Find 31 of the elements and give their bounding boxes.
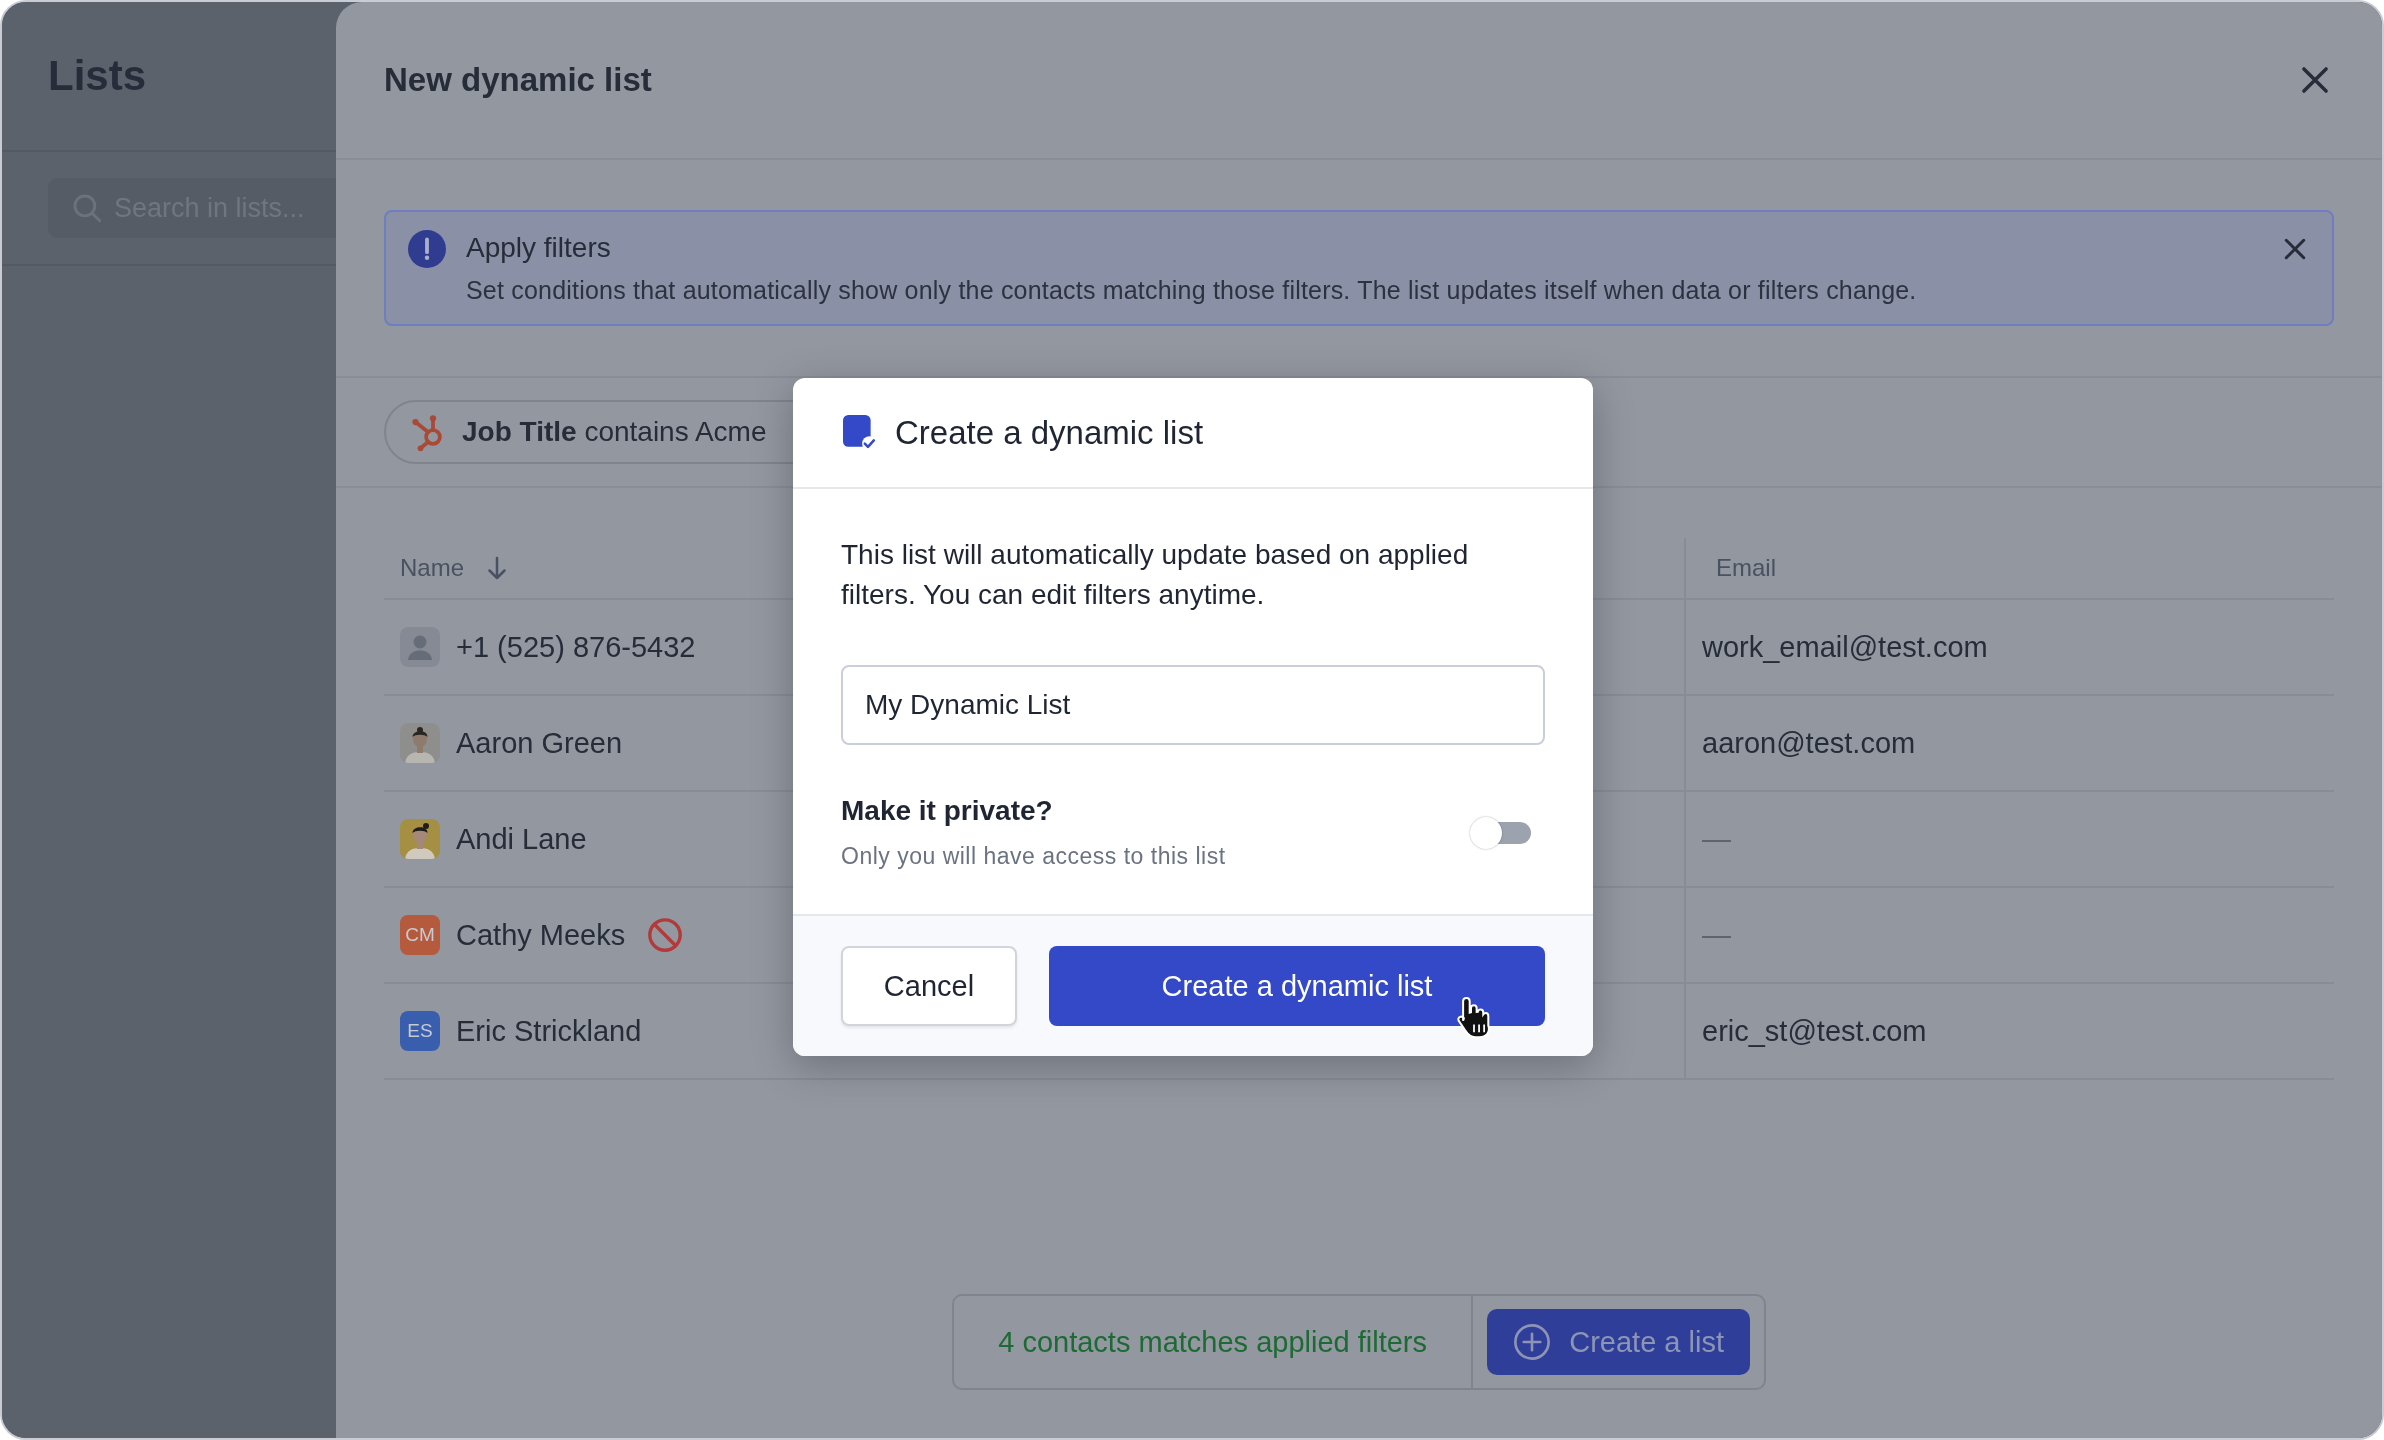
plus-icon	[1513, 1323, 1552, 1361]
banner-title: Apply filters	[466, 231, 612, 265]
private-label: Make it private?	[841, 795, 1054, 827]
create-list-button[interactable]: Create a list	[1487, 1309, 1750, 1375]
banner-text: Set conditions that automatically show only the contacts matching those filters. The list updates itself when data or filters change.	[466, 275, 1918, 306]
cancel-button[interactable]: Cancel	[841, 946, 1017, 1026]
list-check-icon	[843, 413, 877, 452]
panel-title: New dynamic list	[384, 61, 652, 99]
contact-name[interactable]: Aaron Green	[456, 726, 623, 760]
initials-avatar: CM	[400, 915, 440, 955]
contact-name[interactable]: +1 (525) 876-5432	[456, 630, 696, 664]
table-cell: —	[1702, 918, 1731, 952]
column-header[interactable]: Name	[400, 554, 465, 582]
contact-name[interactable]: Eric Strickland	[456, 1014, 642, 1048]
private-hint: Only you will have access to this list	[841, 843, 1226, 870]
private-toggle[interactable]	[1469, 815, 1533, 850]
person-icon	[400, 627, 440, 667]
column-header[interactable]: Email	[1716, 554, 1776, 582]
create-button[interactable]: Create a dynamic list	[1049, 946, 1545, 1026]
table-cell: aaron@test.com	[1702, 726, 1916, 760]
dialog-text: This list will automatically update based on applied filters. You can edit filters anytime.	[841, 538, 1470, 612]
contact-name[interactable]: Andi Lane	[456, 822, 587, 856]
table-cell: eric_st@test.com	[1702, 1014, 1927, 1048]
initials-avatar: ES	[400, 1011, 440, 1051]
table-cell: —	[1702, 822, 1731, 856]
exclamation-icon	[408, 230, 446, 268]
hand-cursor-icon	[1455, 994, 1493, 1040]
contact-name[interactable]: Cathy Meeks	[456, 918, 626, 952]
match-count: 4 contacts matches applied filters	[954, 1296, 1474, 1388]
name-field[interactable]: My Dynamic List	[841, 665, 1545, 745]
table-cell: work_email@test.com	[1702, 630, 1988, 664]
